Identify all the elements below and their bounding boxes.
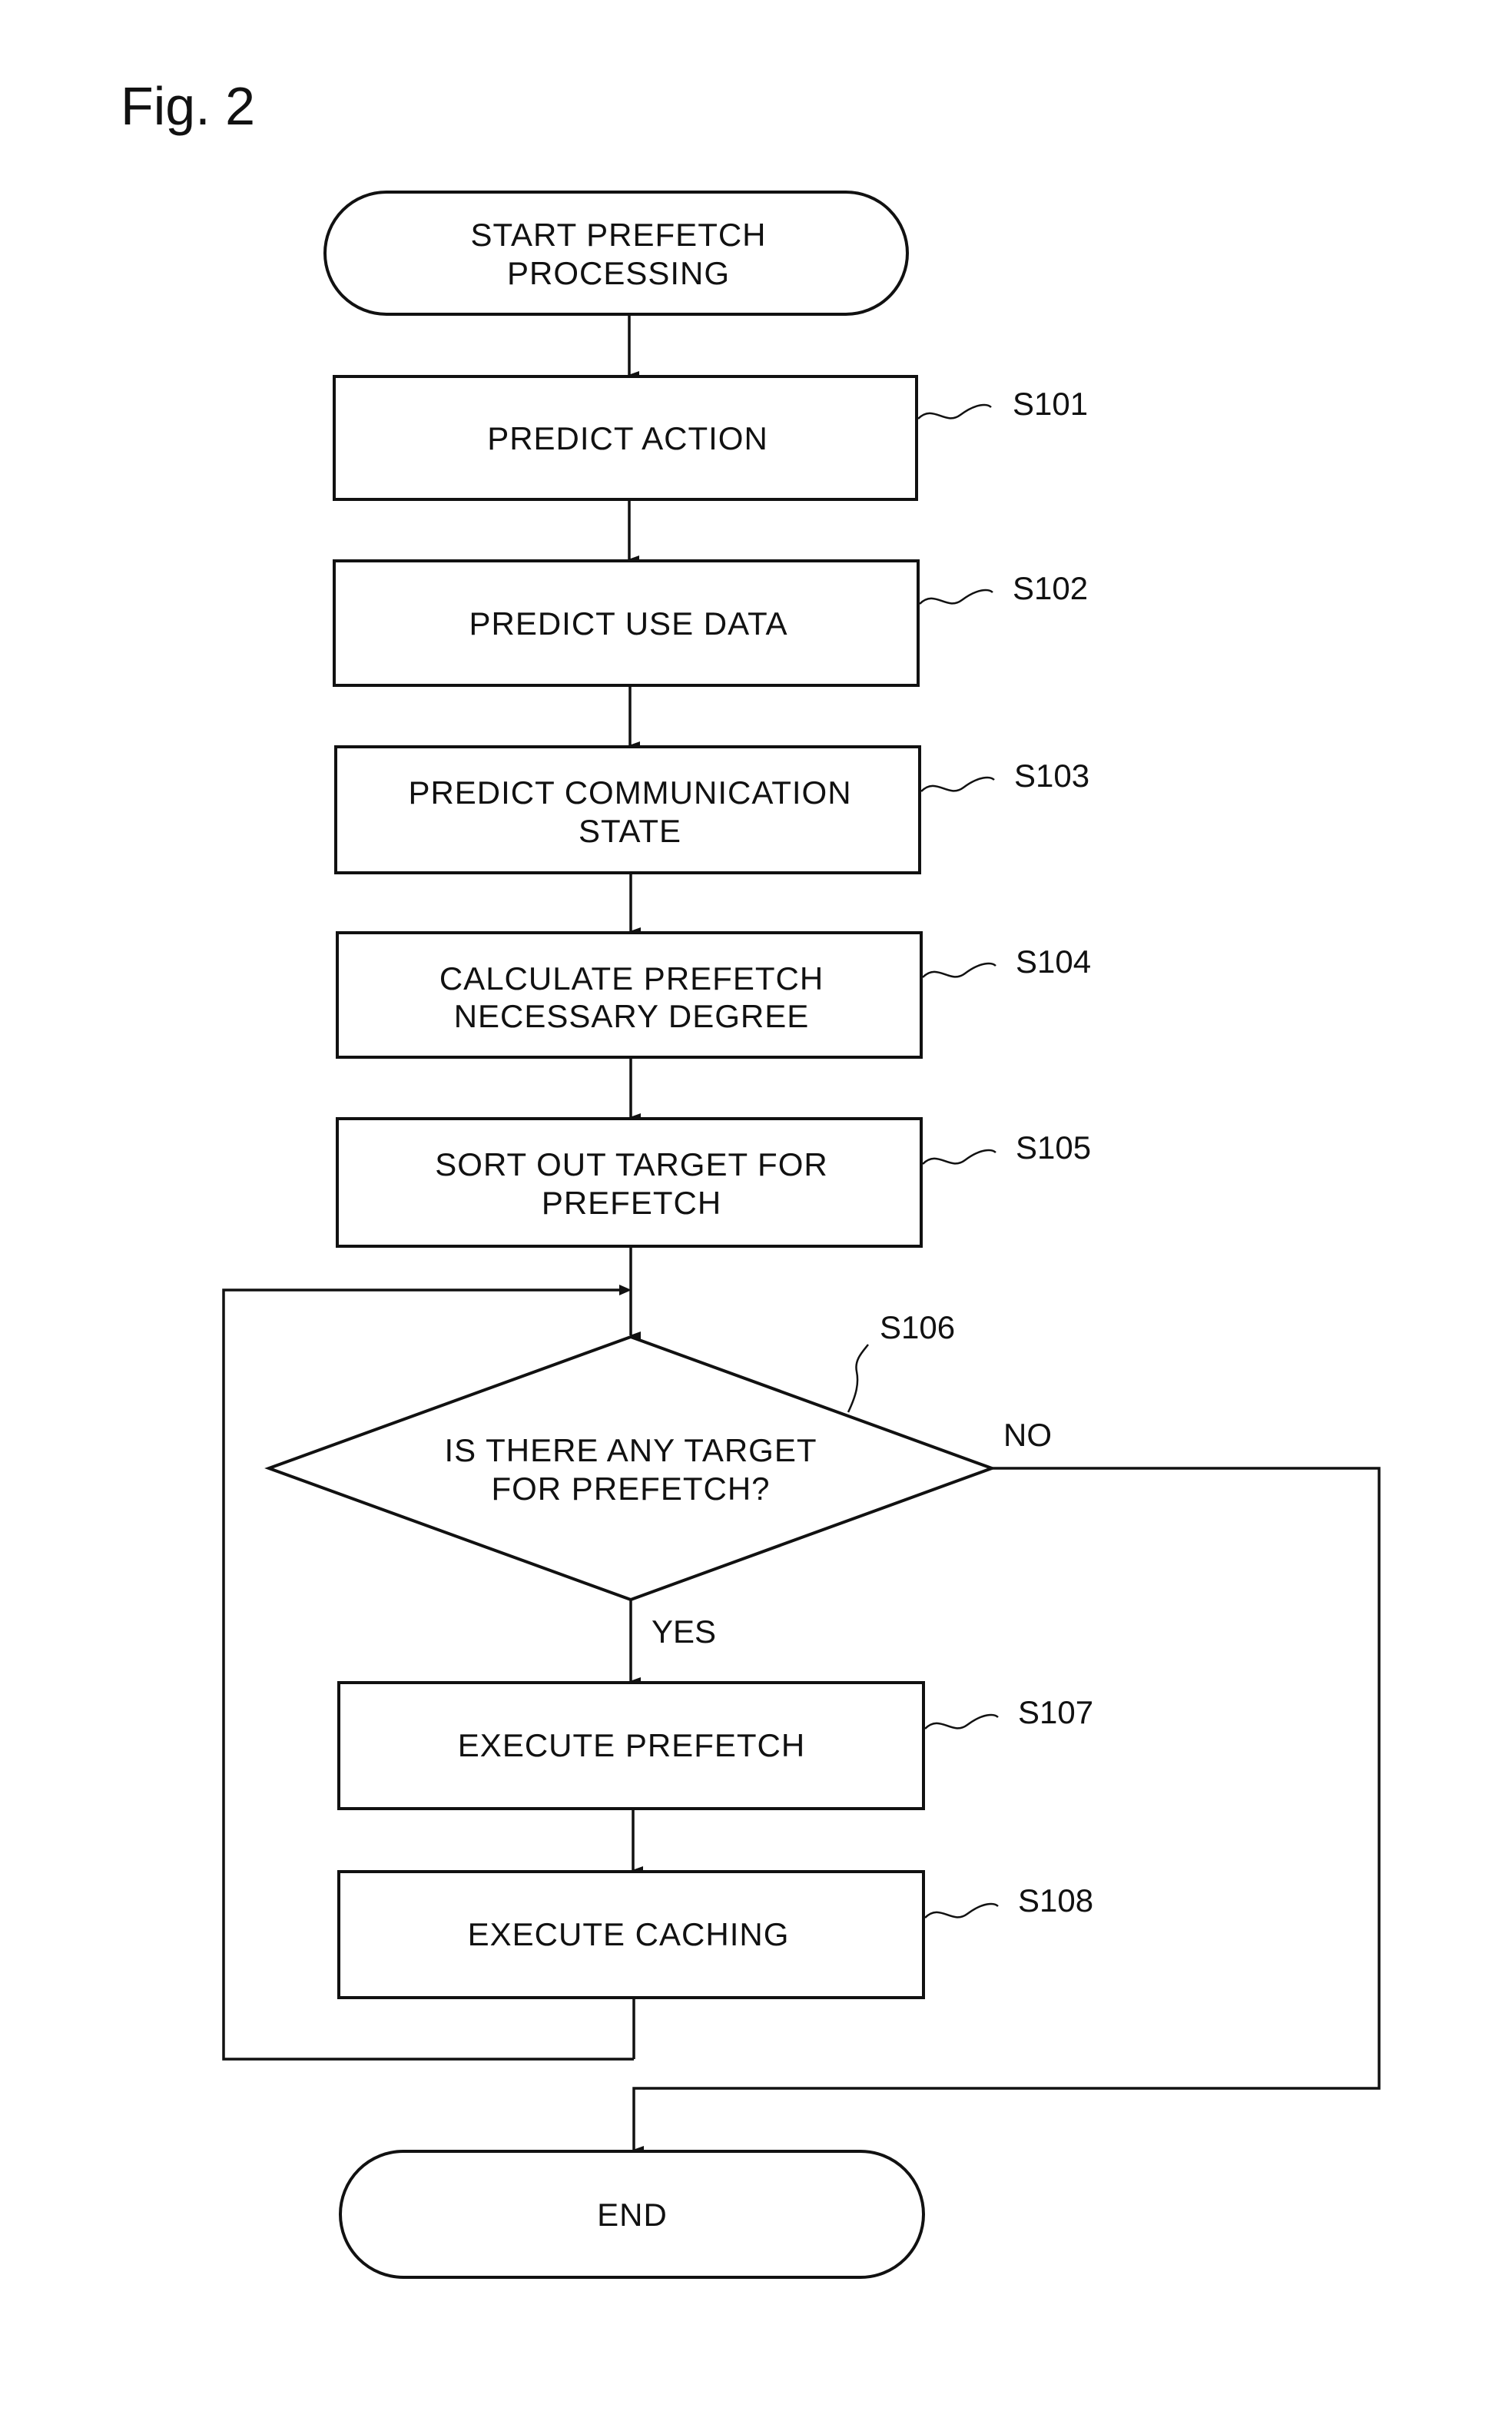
process-step-s105: SORT OUT TARGET FOR PREFETCH S105	[336, 1117, 1091, 1248]
decision-text-line-2: FOR PREFETCH?	[491, 1471, 770, 1507]
step-s105-label: S105	[1016, 1129, 1091, 1166]
step-s102-label: S102	[1013, 570, 1088, 606]
no-label: NO	[1003, 1417, 1052, 1453]
leader-line	[924, 1713, 999, 1729]
process-step-s107: EXECUTE PREFETCH S107	[337, 1681, 1093, 1810]
start-terminal: START PREFETCH PROCESSING	[323, 191, 909, 316]
leader-line	[922, 962, 996, 978]
step-s104-text-line-2: NECESSARY DEGREE	[454, 998, 810, 1034]
end-terminal-text: END	[597, 2197, 668, 2233]
flowchart-canvas: Fig. 2 START PREFETCH PROCESSING PREDICT…	[121, 76, 1381, 2279]
step-s103-text-line-2: STATE	[579, 813, 681, 849]
step-s107-text: EXECUTE PREFETCH	[458, 1727, 805, 1763]
step-s104-text-line-1: CALCULATE PREFETCH	[439, 960, 824, 997]
decision-s106: IS THERE ANY TARGET FOR PREFETCH? S106	[264, 1309, 996, 1602]
yes-label: YES	[652, 1613, 716, 1650]
process-step-s102: PREDICT USE DATA S102	[333, 559, 1088, 687]
process-step-s108: EXECUTE CACHING S108	[337, 1870, 1093, 1999]
step-s105-text-line-1: SORT OUT TARGET FOR	[435, 1146, 827, 1182]
step-s105-text-line-2: PREFETCH	[542, 1185, 721, 1221]
leader-line	[919, 589, 993, 605]
leader-line	[922, 1149, 996, 1165]
start-terminal-line-2: PROCESSING	[507, 255, 730, 291]
start-terminal-line-1: START PREFETCH	[470, 217, 766, 253]
decision-s106-label: S106	[880, 1309, 955, 1345]
step-s103-label: S103	[1014, 758, 1089, 794]
figure-title: Fig. 2	[121, 76, 255, 136]
step-s103-text-line-1: PREDICT COMMUNICATION	[408, 774, 851, 811]
process-step-s104: CALCULATE PREFETCH NECESSARY DEGREE S104	[336, 931, 1091, 1059]
step-s101-text: PREDICT ACTION	[487, 420, 768, 456]
decision-text-line-1: IS THERE ANY TARGET	[444, 1432, 817, 1468]
leader-line	[924, 1902, 999, 1919]
process-step-s103: PREDICT COMMUNICATION STATE S103	[334, 745, 1089, 874]
step-s101-label: S101	[1013, 386, 1088, 422]
step-s108-text: EXECUTE CACHING	[468, 1916, 790, 1952]
leader-line	[917, 403, 992, 420]
leader-line	[920, 776, 995, 792]
process-step-s101: PREDICT ACTION S101	[333, 375, 1088, 501]
step-s102-text: PREDICT USE DATA	[469, 605, 788, 642]
end-terminal: END	[339, 2150, 925, 2279]
step-s108-label: S108	[1018, 1882, 1093, 1919]
step-s107-label: S107	[1018, 1694, 1093, 1730]
step-s104-label: S104	[1016, 944, 1091, 980]
leader-line	[847, 1344, 869, 1413]
